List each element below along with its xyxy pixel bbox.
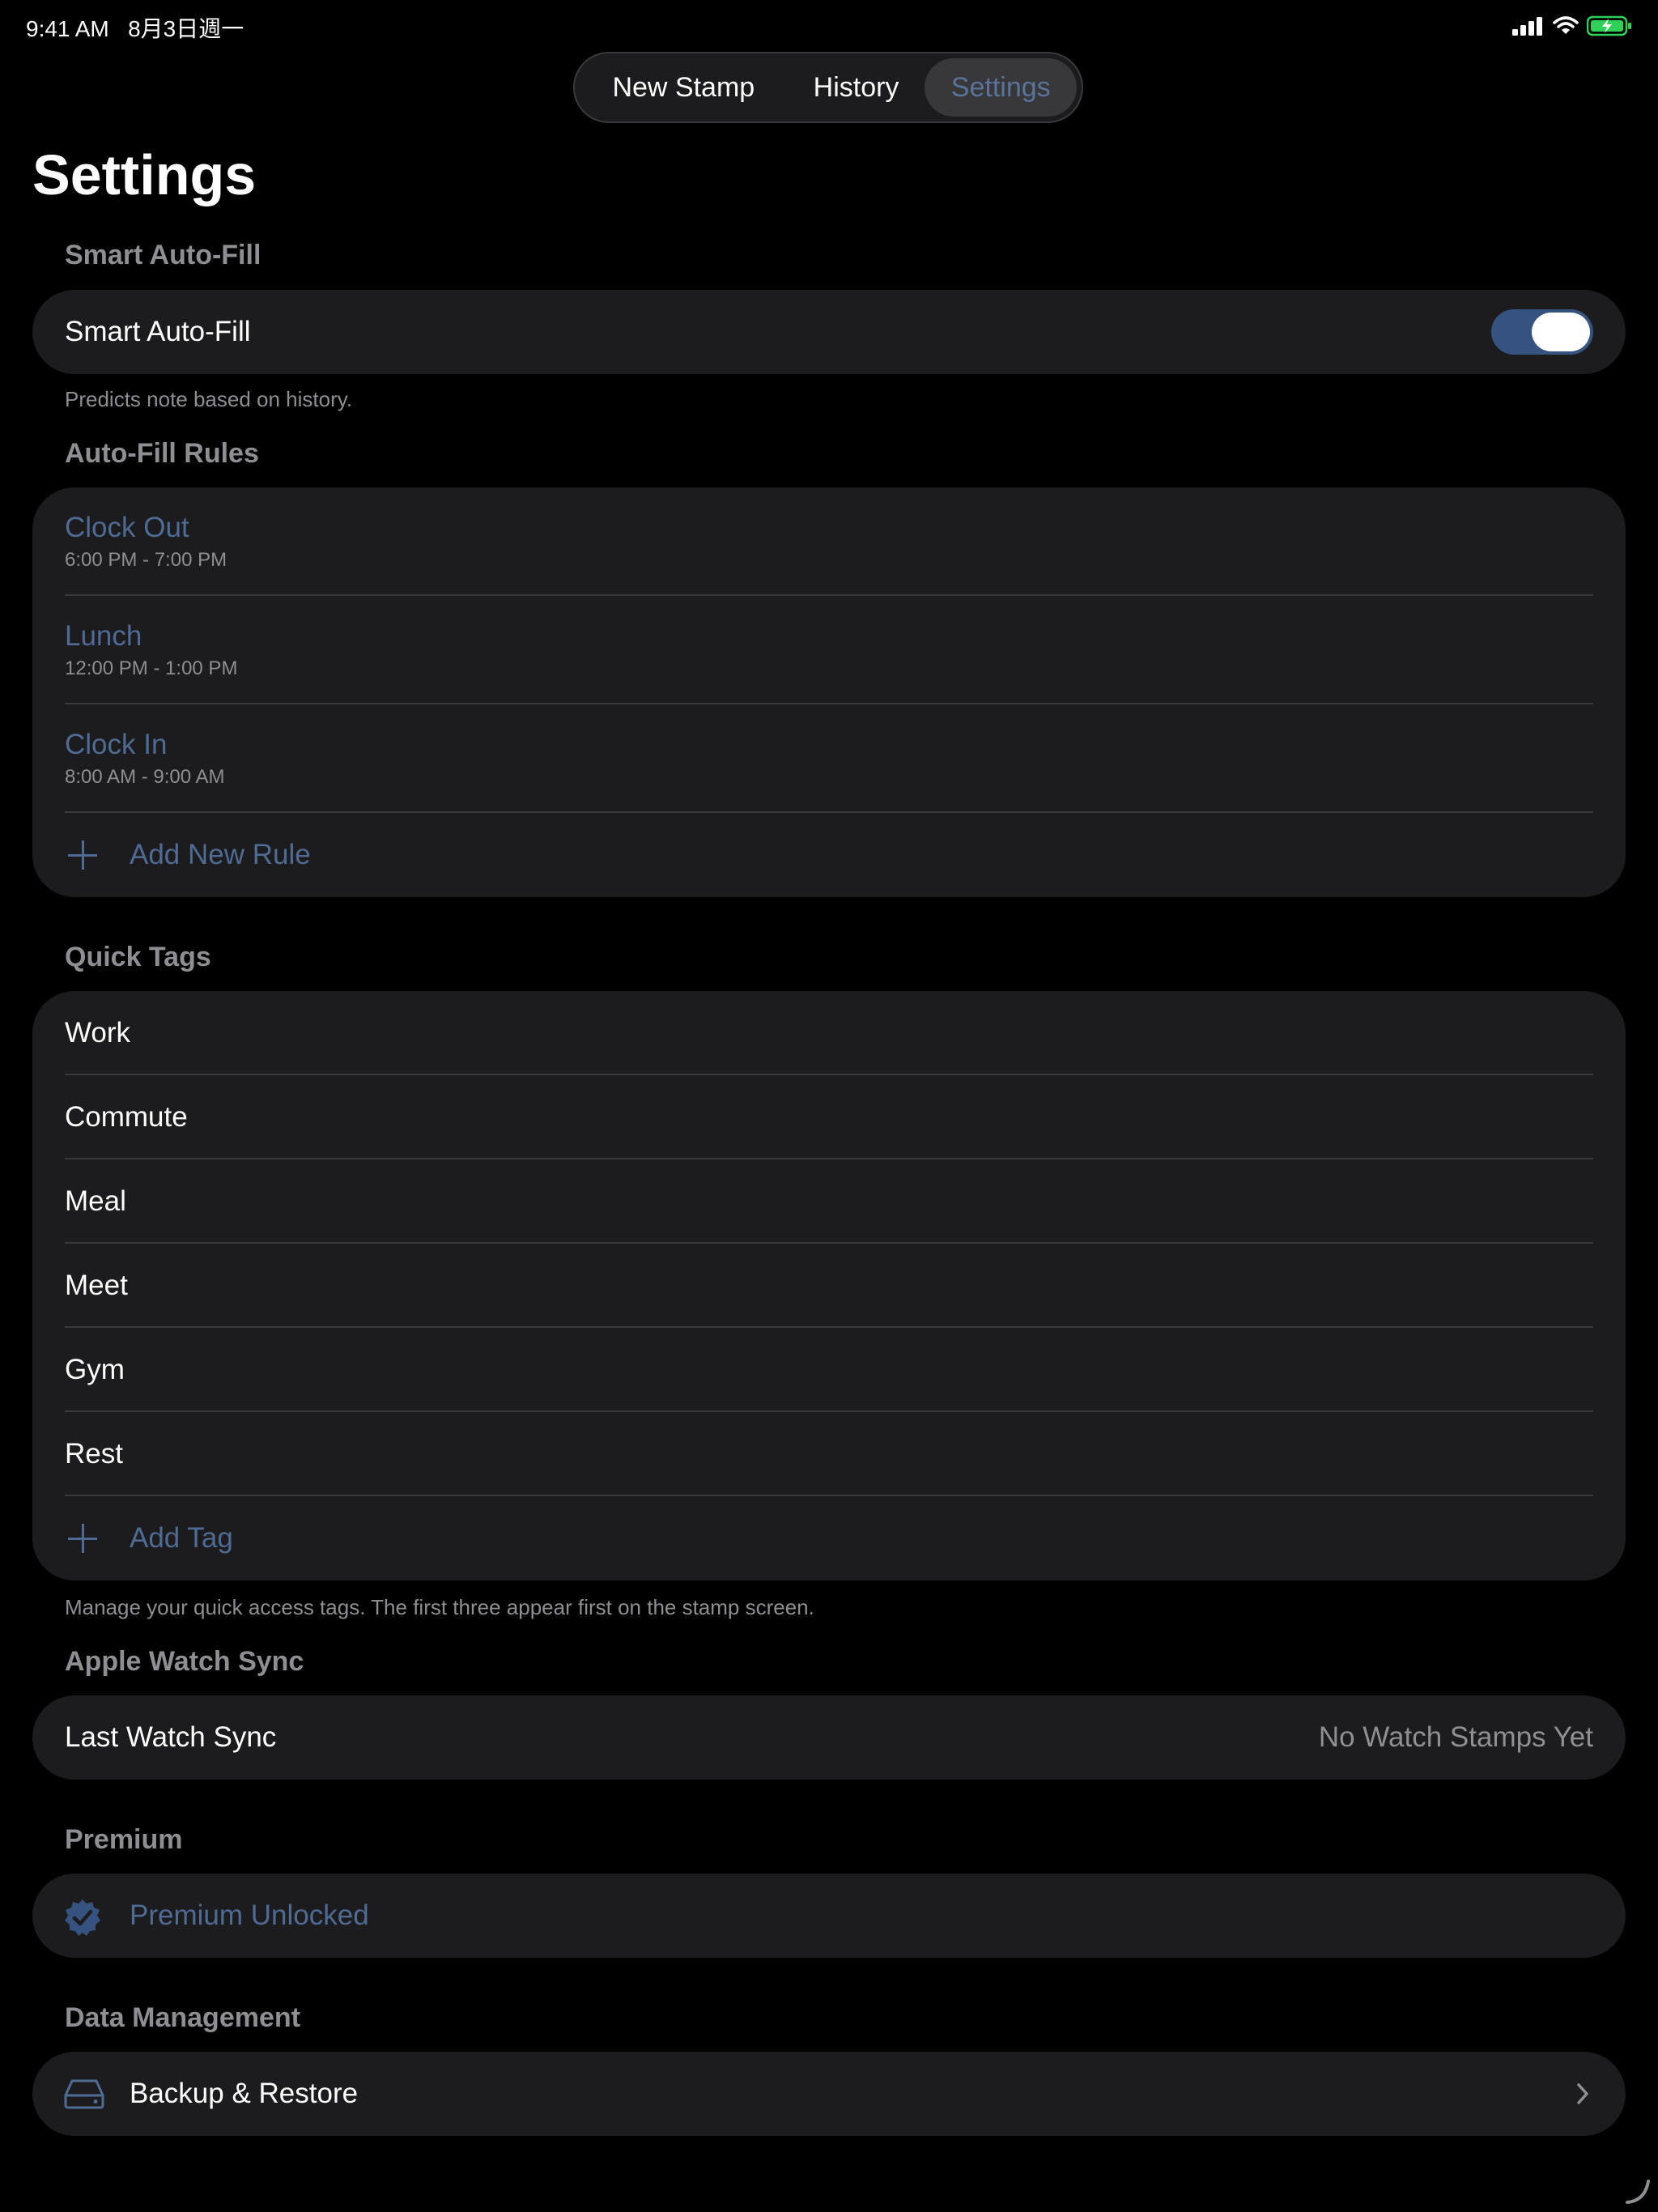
add-new-rule-button[interactable]: Add New Rule: [32, 813, 1626, 897]
smart-autofill-card: Smart Auto-Fill: [32, 290, 1626, 374]
plus-icon: [65, 837, 100, 873]
cellular-signal-icon: [1512, 17, 1542, 36]
drive-icon: [64, 2079, 104, 2109]
status-icons: [1512, 15, 1632, 37]
tag-label: Gym: [65, 1354, 125, 1385]
smart-autofill-footer: Predicts note based on history.: [65, 387, 353, 411]
status-time: 9:41 AM: [26, 16, 109, 41]
rule-title: Clock In: [65, 729, 168, 760]
toggle-knob: [1532, 313, 1590, 351]
tab-new-stamp[interactable]: New Stamp: [580, 58, 788, 117]
quick-tags-card: Work Commute Meal Meet Gym Rest Add Tag: [32, 991, 1626, 1580]
quick-tags-footer: Manage your quick access tags. The first…: [65, 1595, 814, 1619]
smart-autofill-toggle[interactable]: [1491, 309, 1593, 355]
autofill-rules-card: Clock Out 6:00 PM - 7:00 PM Lunch 12:00 …: [32, 487, 1626, 897]
tag-row-gym[interactable]: Gym: [32, 1328, 1626, 1412]
chevron-right-icon: [1577, 2083, 1588, 2104]
rule-time: 12:00 PM - 1:00 PM: [65, 657, 238, 679]
add-tag-label: Add Tag: [130, 1522, 233, 1554]
add-new-rule-label: Add New Rule: [130, 839, 311, 870]
tag-label: Rest: [65, 1438, 123, 1470]
add-tag-button[interactable]: Add Tag: [32, 1496, 1626, 1580]
last-watch-sync-label: Last Watch Sync: [65, 1721, 277, 1753]
corner-resize-handle-icon[interactable]: [1622, 2176, 1652, 2206]
premium-card[interactable]: Premium Unlocked: [32, 1874, 1626, 1958]
tab-bar-segmented-control: New Stamp History Settings: [573, 52, 1083, 123]
section-header-data-management: Data Management: [65, 2002, 300, 2033]
smart-autofill-label: Smart Auto-Fill: [65, 316, 251, 347]
rule-row-clock-in[interactable]: Clock In 8:00 AM - 9:00 AM: [32, 704, 1626, 813]
tag-label: Work: [65, 1017, 131, 1049]
tag-label: Meet: [65, 1270, 128, 1301]
premium-unlocked-label: Premium Unlocked: [130, 1899, 369, 1931]
backup-restore-label: Backup & Restore: [130, 2078, 359, 2109]
rule-row-lunch[interactable]: Lunch 12:00 PM - 1:00 PM: [32, 596, 1626, 704]
tag-row-work[interactable]: Work: [32, 991, 1626, 1075]
tab-history[interactable]: History: [788, 58, 925, 117]
rule-time: 6:00 PM - 7:00 PM: [65, 549, 227, 571]
tag-row-meal[interactable]: Meal: [32, 1159, 1626, 1244]
tag-label: Meal: [65, 1185, 126, 1217]
section-header-quick-tags: Quick Tags: [65, 942, 211, 972]
section-header-autofill-rules: Auto-Fill Rules: [65, 438, 259, 469]
tag-row-meet[interactable]: Meet: [32, 1244, 1626, 1328]
tag-row-commute[interactable]: Commute: [32, 1075, 1626, 1159]
section-header-premium: Premium: [65, 1824, 183, 1855]
last-watch-sync-value: No Watch Stamps Yet: [1318, 1721, 1593, 1753]
plus-icon: [65, 1521, 100, 1556]
backup-restore-row[interactable]: Backup & Restore: [32, 2052, 1626, 2136]
status-time-date: 9:41 AM 8月3日週一: [26, 11, 244, 44]
tag-row-rest[interactable]: Rest: [32, 1412, 1626, 1496]
watch-sync-card: Last Watch Sync No Watch Stamps Yet: [32, 1695, 1626, 1780]
rule-title: Clock Out: [65, 512, 189, 543]
rule-time: 8:00 AM - 9:00 AM: [65, 766, 225, 788]
checkmark-seal-icon: [65, 1899, 100, 1936]
tab-settings[interactable]: Settings: [925, 58, 1077, 117]
wifi-icon: [1553, 16, 1579, 34]
status-date: 8月3日週一: [128, 16, 244, 41]
rule-title: Lunch: [65, 620, 142, 652]
page-title: Settings: [32, 143, 257, 206]
battery-charging-icon: [1587, 15, 1631, 36]
section-header-smart-autofill: Smart Auto-Fill: [65, 240, 261, 270]
tag-label: Commute: [65, 1101, 188, 1133]
section-header-watch-sync: Apple Watch Sync: [65, 1646, 304, 1677]
rule-row-clock-out[interactable]: Clock Out 6:00 PM - 7:00 PM: [32, 487, 1626, 596]
